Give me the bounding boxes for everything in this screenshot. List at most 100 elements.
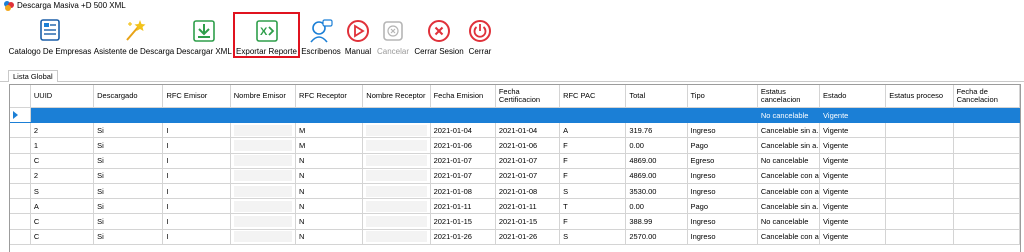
- col-header-total[interactable]: Total: [625, 85, 688, 108]
- cell-rfc-emisor[interactable]: I: [162, 122, 231, 139]
- cell-nombre-receptor[interactable]: [362, 183, 431, 200]
- cell-uuid[interactable]: A: [30, 198, 95, 215]
- cell-descargado[interactable]: [93, 107, 164, 124]
- cell-estatus-cancelacion[interactable]: No cancelable: [757, 213, 821, 230]
- cell-estado[interactable]: Vigente: [819, 229, 887, 245]
- col-header-estado[interactable]: Estado: [819, 85, 887, 108]
- row-header[interactable]: [10, 183, 31, 200]
- cell-uuid[interactable]: C: [30, 153, 95, 169]
- cell-estatus-cancelacion[interactable]: Cancelable con a...: [757, 168, 821, 184]
- row-header[interactable]: [10, 229, 31, 245]
- cancelar-button[interactable]: Cancelar: [374, 14, 412, 58]
- cell-nombre-emisor[interactable]: [230, 122, 296, 139]
- cell-fecha-emision[interactable]: 2021-01-04: [430, 122, 496, 139]
- cell-estatus-proceso[interactable]: [885, 107, 954, 124]
- cell-fecha-emision[interactable]: 2021-01-07: [430, 153, 496, 169]
- cell-rfc-receptor[interactable]: [295, 107, 364, 124]
- cell-tipo[interactable]: Ingreso: [687, 229, 758, 245]
- cell-nombre-receptor[interactable]: [362, 153, 431, 169]
- cell-descargado[interactable]: Si: [93, 213, 164, 230]
- cell-tipo[interactable]: Ingreso: [687, 168, 758, 184]
- cell-rfc-receptor[interactable]: N: [295, 153, 364, 169]
- table-row[interactable]: C Si I N 2021-01-07 2021-01-07 F 4869.00 Egreso N…: [10, 153, 1020, 169]
- cell-rfc-pac[interactable]: F: [559, 153, 627, 169]
- col-header-nombre-receptor[interactable]: Nombre Receptor: [362, 85, 431, 108]
- cell-fecha-emision[interactable]: 2021-01-08: [430, 183, 496, 200]
- cell-tipo[interactable]: [687, 107, 758, 124]
- cell-estatus-cancelacion[interactable]: No cancelable: [757, 153, 821, 169]
- cell-tipo[interactable]: Egreso: [687, 153, 758, 169]
- cell-total[interactable]: 3530.00: [625, 183, 688, 200]
- cell-fecha-cancelacion[interactable]: [953, 137, 1020, 154]
- cell-fecha-cancelacion[interactable]: [953, 153, 1020, 169]
- row-header[interactable]: [10, 153, 31, 169]
- cell-nombre-emisor[interactable]: [230, 107, 296, 124]
- cell-rfc-emisor[interactable]: I: [162, 213, 231, 230]
- col-header-nombre-emisor[interactable]: Nombre Emisor: [230, 85, 296, 108]
- cell-nombre-receptor[interactable]: [362, 168, 431, 184]
- table-row[interactable]: S Si I N 2021-01-08 2021-01-08 S 3530.00 Ingreso…: [10, 183, 1020, 200]
- cell-nombre-receptor[interactable]: [362, 122, 431, 139]
- manual-button[interactable]: Manual: [343, 14, 373, 58]
- cell-rfc-emisor[interactable]: I: [162, 183, 231, 200]
- cell-estado[interactable]: Vigente: [819, 137, 887, 154]
- col-header-estatus-proceso[interactable]: Estatus proceso: [885, 85, 954, 108]
- cell-fecha-certificacion[interactable]: 2021-01-07: [495, 153, 561, 169]
- cell-total[interactable]: 0.00: [625, 137, 688, 154]
- cell-estado[interactable]: Vigente: [819, 107, 887, 124]
- cerrar-button[interactable]: Cerrar: [466, 14, 494, 58]
- cell-nombre-receptor[interactable]: [362, 229, 431, 245]
- cerrar-sesion-button[interactable]: Cerrar Sesion: [413, 14, 465, 58]
- row-header[interactable]: [10, 168, 31, 184]
- cell-descargado[interactable]: Si: [93, 198, 164, 215]
- col-header-fecha-certificacion[interactable]: Fecha Certificacion: [495, 85, 561, 108]
- cell-fecha-certificacion[interactable]: 2021-01-26: [495, 229, 561, 245]
- cell-rfc-emisor[interactable]: I: [162, 153, 231, 169]
- cell-rfc-pac[interactable]: F: [559, 137, 627, 154]
- cell-fecha-emision[interactable]: 2021-01-15: [430, 213, 496, 230]
- table-row[interactable]: No cancelable Vigente: [10, 107, 1020, 124]
- cell-rfc-pac[interactable]: S: [559, 229, 627, 245]
- cell-nombre-emisor[interactable]: [230, 213, 296, 230]
- col-header-uuid[interactable]: UUID: [30, 85, 95, 108]
- cell-nombre-receptor[interactable]: [362, 107, 431, 124]
- tab-lista-global[interactable]: Lista Global: [8, 70, 58, 82]
- cell-rfc-receptor[interactable]: N: [295, 213, 364, 230]
- col-header-estatus-cancelacion[interactable]: Estatus cancelacion: [757, 85, 821, 108]
- cell-estado[interactable]: Vigente: [819, 213, 887, 230]
- cell-rfc-receptor[interactable]: N: [295, 229, 364, 245]
- cell-estado[interactable]: Vigente: [819, 122, 887, 139]
- cell-fecha-emision[interactable]: 2021-01-07: [430, 168, 496, 184]
- cell-descargado[interactable]: Si: [93, 122, 164, 139]
- cell-fecha-cancelacion[interactable]: [953, 213, 1020, 230]
- cell-total[interactable]: 319.76: [625, 122, 688, 139]
- cell-estatus-cancelacion[interactable]: Cancelable con a...: [757, 183, 821, 200]
- cell-nombre-emisor[interactable]: [230, 198, 296, 215]
- cell-uuid[interactable]: C: [30, 213, 95, 230]
- col-header-rfc-receptor[interactable]: RFC Receptor: [295, 85, 364, 108]
- cell-rfc-pac[interactable]: [559, 107, 627, 124]
- cell-total[interactable]: [625, 107, 688, 124]
- cell-estatus-proceso[interactable]: [885, 229, 954, 245]
- col-header-tipo[interactable]: Tipo: [687, 85, 758, 108]
- cell-fecha-certificacion[interactable]: 2021-01-04: [495, 122, 561, 139]
- cell-rfc-emisor[interactable]: I: [162, 168, 231, 184]
- cell-total[interactable]: 388.99: [625, 213, 688, 230]
- cell-uuid[interactable]: C: [30, 229, 95, 245]
- cell-fecha-emision[interactable]: 2021-01-26: [430, 229, 496, 245]
- asistente-descarga-button[interactable]: Asistente de Descarga: [93, 14, 175, 58]
- cell-uuid[interactable]: 2: [30, 168, 95, 184]
- cell-nombre-receptor[interactable]: [362, 137, 431, 154]
- cell-fecha-certificacion[interactable]: 2021-01-06: [495, 137, 561, 154]
- cell-rfc-emisor[interactable]: I: [162, 137, 231, 154]
- cell-rfc-receptor[interactable]: N: [295, 198, 364, 215]
- catalogo-empresas-button[interactable]: Catalogo De Empresas: [8, 14, 92, 58]
- cell-uuid[interactable]: 2: [30, 122, 95, 139]
- row-header[interactable]: [10, 198, 31, 215]
- cell-fecha-certificacion[interactable]: 2021-01-08: [495, 183, 561, 200]
- cell-uuid[interactable]: [30, 107, 95, 124]
- cell-total[interactable]: 4869.00: [625, 168, 688, 184]
- cell-fecha-emision[interactable]: 2021-01-11: [430, 198, 496, 215]
- escribenos-button[interactable]: Escribenos: [300, 14, 342, 58]
- cell-estatus-cancelacion[interactable]: Cancelable con a...: [757, 229, 821, 245]
